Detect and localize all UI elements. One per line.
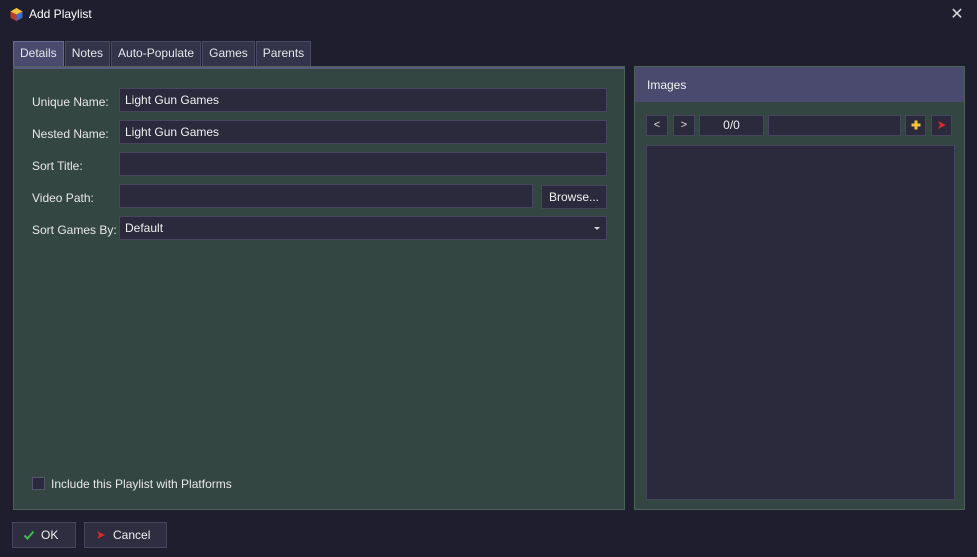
add-image-icon xyxy=(911,120,920,130)
previous-image-button[interactable]: < xyxy=(646,115,668,136)
tab-parents[interactable]: Parents xyxy=(255,41,312,66)
tab-games[interactable]: Games xyxy=(202,41,255,66)
add-image-button[interactable] xyxy=(905,115,926,136)
sort-title-input[interactable] xyxy=(119,152,607,176)
nested-name-label: Nested Name: xyxy=(32,127,109,141)
close-icon: ✕ xyxy=(950,6,964,23)
ok-label: OK xyxy=(41,528,59,542)
include-platforms-label: Include this Playlist with Platforms xyxy=(51,477,232,491)
image-preview xyxy=(646,145,955,500)
app-logo-icon xyxy=(10,8,23,21)
sort-title-label: Sort Title: xyxy=(32,159,83,173)
remove-image-icon xyxy=(937,121,946,129)
sort-games-by-value: Default xyxy=(125,221,164,235)
cancel-icon xyxy=(97,531,105,539)
details-panel: Unique Name: Light Gun Games Nested Name… xyxy=(13,66,625,510)
cancel-button[interactable]: Cancel xyxy=(84,522,167,548)
sort-games-by-label: Sort Games By: xyxy=(32,223,117,237)
tab-details[interactable]: Details xyxy=(13,41,64,67)
tab-bar: Details Notes Auto-Populate Games Parent… xyxy=(13,41,312,67)
next-image-button[interactable]: > xyxy=(673,115,695,136)
unique-name-label: Unique Name: xyxy=(32,95,109,109)
video-path-input[interactable] xyxy=(119,184,533,208)
title-bar: Add Playlist ✕ xyxy=(0,0,977,30)
remove-image-button[interactable] xyxy=(931,115,952,136)
close-button[interactable]: ✕ xyxy=(947,5,967,25)
nested-name-input[interactable]: Light Gun Games xyxy=(119,120,607,144)
unique-name-input[interactable]: Light Gun Games xyxy=(119,88,607,112)
video-path-label: Video Path: xyxy=(32,191,94,205)
chevron-down-icon xyxy=(594,227,600,230)
tab-auto-populate[interactable]: Auto-Populate xyxy=(111,41,202,66)
window-title: Add Playlist xyxy=(29,7,92,21)
sort-games-by-select[interactable]: Default xyxy=(119,216,607,240)
image-type-field[interactable] xyxy=(768,115,901,136)
ok-button[interactable]: OK xyxy=(12,522,76,548)
image-counter: 0/0 xyxy=(699,115,764,136)
tab-notes[interactable]: Notes xyxy=(64,41,111,66)
images-header: Images xyxy=(635,67,964,102)
cancel-label: Cancel xyxy=(113,528,151,542)
browse-button[interactable]: Browse... xyxy=(541,185,607,209)
checkmark-icon xyxy=(23,530,35,540)
include-platforms-checkbox[interactable] xyxy=(32,477,45,490)
images-panel: Images < > 0/0 xyxy=(634,66,965,510)
images-title: Images xyxy=(647,78,687,92)
